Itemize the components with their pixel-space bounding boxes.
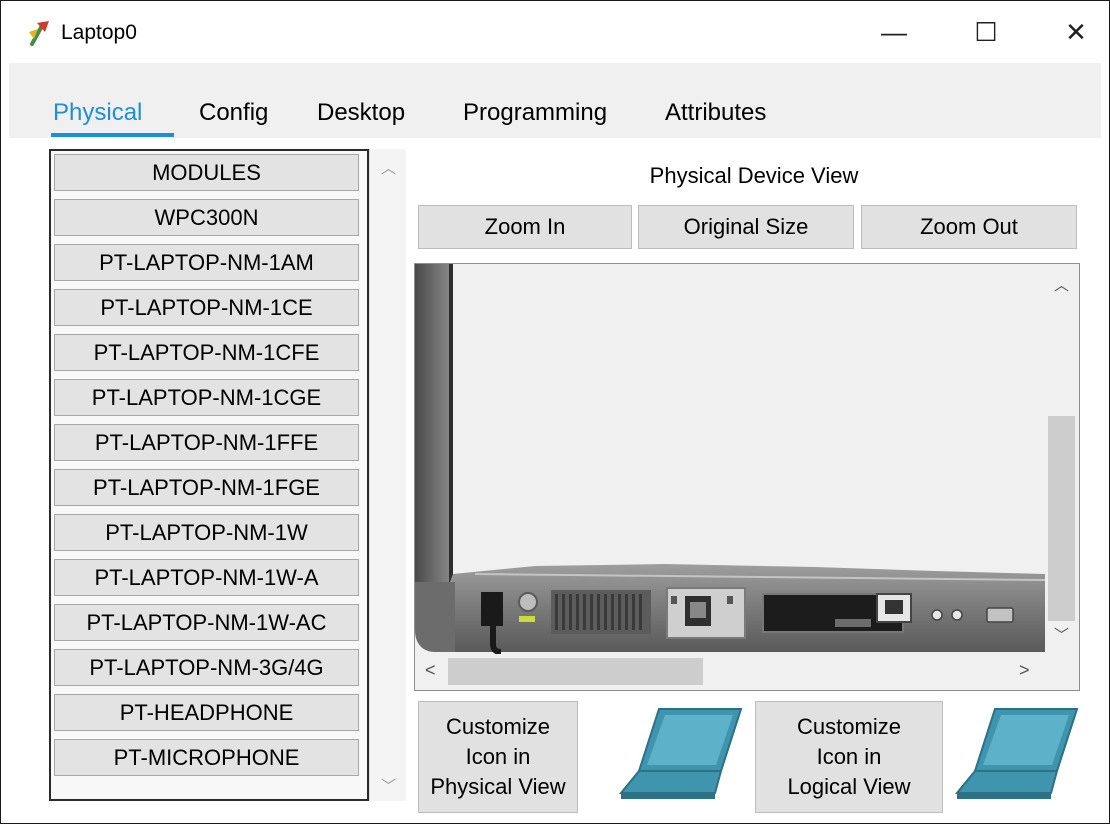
module-item[interactable]: PT-MICROPHONE xyxy=(54,739,359,776)
customize-physical-line2: Icon in xyxy=(465,744,531,769)
module-item[interactable]: PT-LAPTOP-NM-1CGE xyxy=(54,379,359,416)
scroll-right-icon[interactable]: > xyxy=(1019,660,1030,681)
scroll-left-icon[interactable]: < xyxy=(425,660,436,681)
physical-device-viewport[interactable]: ︿ ﹀ < > xyxy=(414,263,1080,691)
zoom-out-button[interactable]: Zoom Out xyxy=(861,205,1077,249)
scroll-down-icon[interactable]: ﹀ xyxy=(381,775,396,796)
customize-icon-logical-view-button[interactable]: Customize Icon in Logical View xyxy=(755,701,943,813)
modules-list-scrollbar[interactable]: ︿ ﹀ xyxy=(369,149,406,801)
customize-logical-line2: Icon in xyxy=(816,744,882,769)
scroll-down-icon[interactable]: ﹀ xyxy=(1054,624,1069,645)
module-item[interactable]: PT-LAPTOP-NM-1CE xyxy=(54,289,359,326)
module-item[interactable]: PT-LAPTOP-NM-1CFE xyxy=(54,334,359,371)
zoom-in-button[interactable]: Zoom In xyxy=(418,205,632,249)
module-item[interactable]: PT-LAPTOP-NM-1FFE xyxy=(54,424,359,461)
active-tab-indicator xyxy=(51,133,174,137)
minimize-button[interactable]: — xyxy=(863,1,925,63)
physical-device-view-title: Physical Device View xyxy=(649,163,859,188)
module-item[interactable]: PT-HEADPHONE xyxy=(54,694,359,731)
tab-bar: Physical Config Desktop Programming Attr… xyxy=(9,63,1101,138)
customize-physical-line3: Physical View xyxy=(430,774,566,799)
close-button[interactable]: ✕ xyxy=(1045,1,1107,63)
horizontal-scroll-thumb[interactable] xyxy=(448,658,703,685)
customize-icon-physical-view-button[interactable]: Customize Icon in Physical View xyxy=(418,701,578,813)
modules-list[interactable]: MODULES WPC300N PT-LAPTOP-NM-1AM PT-LAPT… xyxy=(49,149,369,801)
customize-logical-label: Customize Icon in Logical View xyxy=(787,712,910,802)
module-item[interactable]: PT-LAPTOP-NM-1W-AC xyxy=(54,604,359,641)
packet-tracer-icon xyxy=(29,21,49,46)
customize-physical-line1: Customize xyxy=(446,714,550,739)
module-item[interactable]: WPC300N xyxy=(54,199,359,236)
tab-desktop[interactable]: Desktop xyxy=(317,99,405,127)
maximize-icon: ☐ xyxy=(974,16,998,47)
tab-config[interactable]: Config xyxy=(199,99,268,127)
scrollbar-corner xyxy=(1045,654,1078,689)
window-title: Laptop0 xyxy=(61,21,137,44)
customize-logical-line1: Customize xyxy=(797,714,901,739)
minimize-icon: — xyxy=(881,16,907,47)
laptop-side-view-image xyxy=(415,264,1045,654)
laptop-window: Laptop0 — ☐ ✕ Physical Config Desktop Pr… xyxy=(0,0,1110,824)
laptop-icon xyxy=(955,708,1079,799)
title-bar: Laptop0 — ☐ ✕ xyxy=(1,1,1109,63)
close-icon: ✕ xyxy=(1065,16,1087,47)
module-item[interactable]: PT-LAPTOP-NM-1FGE xyxy=(54,469,359,506)
module-item[interactable]: PT-LAPTOP-NM-1AM xyxy=(54,244,359,281)
viewport-horizontal-scrollbar[interactable]: < > xyxy=(415,654,1045,689)
module-item[interactable]: PT-LAPTOP-NM-3G/4G xyxy=(54,649,359,686)
vertical-scroll-thumb[interactable] xyxy=(1048,416,1075,621)
scroll-up-icon[interactable]: ︿ xyxy=(381,157,396,178)
module-item[interactable]: PT-LAPTOP-NM-1W xyxy=(54,514,359,551)
module-list-header[interactable]: MODULES xyxy=(54,154,359,191)
laptop-icon xyxy=(619,708,743,799)
tab-physical[interactable]: Physical xyxy=(53,99,142,127)
original-size-button[interactable]: Original Size xyxy=(638,205,854,249)
tab-attributes[interactable]: Attributes xyxy=(665,99,766,127)
customize-physical-label: Customize Icon in Physical View xyxy=(430,712,565,802)
module-item[interactable]: PT-LAPTOP-NM-1W-A xyxy=(54,559,359,596)
tab-programming[interactable]: Programming xyxy=(463,99,607,127)
customize-logical-line3: Logical View xyxy=(787,774,911,799)
viewport-vertical-scrollbar[interactable]: ︿ ﹀ xyxy=(1045,264,1078,654)
scroll-up-icon[interactable]: ︿ xyxy=(1054,274,1069,295)
maximize-button[interactable]: ☐ xyxy=(955,1,1017,63)
window-client-area: Physical Config Desktop Programming Attr… xyxy=(9,63,1101,815)
